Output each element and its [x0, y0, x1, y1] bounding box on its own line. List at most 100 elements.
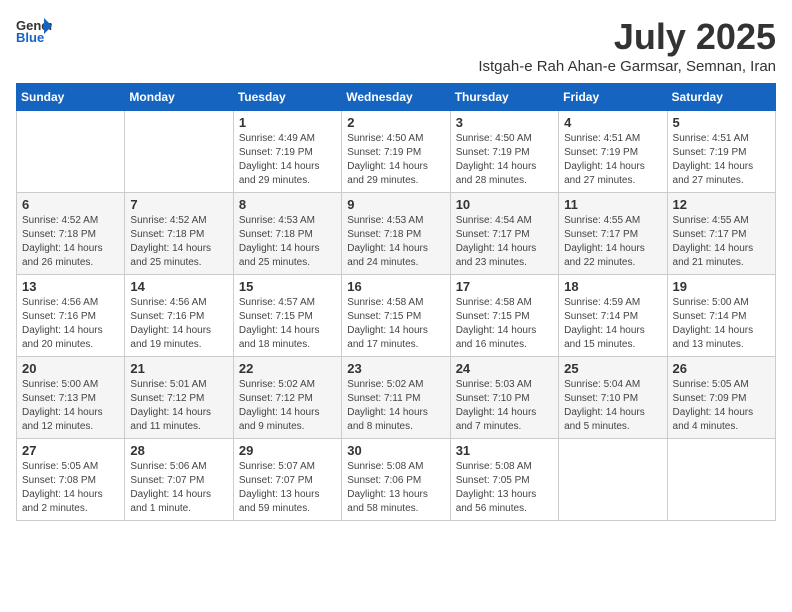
calendar-cell: 24Sunrise: 5:03 AM Sunset: 7:10 PM Dayli… — [450, 357, 558, 439]
day-info: Sunrise: 4:59 AM Sunset: 7:14 PM Dayligh… — [564, 296, 661, 352]
logo: General Blue — [16, 16, 52, 44]
day-number: 18 — [564, 279, 661, 294]
calendar-cell: 11 Sunrise: 4:55 AM Sunset: 7:17 PM Dayli… — [559, 193, 667, 275]
day-info: Sunrise: 5:08 AM Sunset: 7:05 PM Dayligh… — [456, 460, 553, 516]
header-saturday: Saturday — [667, 84, 775, 111]
calendar-cell — [667, 439, 775, 521]
day-number: 20 — [22, 361, 119, 376]
location-title: Istgah-e Rah Ahan-e Garmsar, Semnan, Ira… — [478, 58, 776, 75]
calendar-cell: 22Sunrise: 5:02 AM Sunset: 7:12 PM Dayli… — [233, 357, 341, 439]
day-info: Sunrise: 4:58 AM Sunset: 7:15 PM Dayligh… — [347, 296, 444, 352]
calendar-cell: 17 Sunrise: 4:58 AM Sunset: 7:15 PM Dayli… — [450, 275, 558, 357]
day-info: Sunrise: 5:08 AM Sunset: 7:06 PM Dayligh… — [347, 460, 444, 516]
day-info: Sunrise: 4:49 AM Sunset: 7:19 PM Dayligh… — [239, 132, 336, 188]
header-sunday: Sunday — [17, 84, 125, 111]
day-number: 1 — [239, 115, 336, 130]
calendar-cell: 6Sunrise: 4:52 AM Sunset: 7:18 PM Daylig… — [17, 193, 125, 275]
day-info: Sunrise: 4:53 AM Sunset: 7:18 PM Dayligh… — [239, 214, 336, 270]
calendar-cell: 20 Sunrise: 5:00 AM Sunset: 7:13 PM Dayli… — [17, 357, 125, 439]
day-info: Sunrise: 4:50 AM Sunset: 7:19 PM Dayligh… — [347, 132, 444, 188]
day-info: Sunrise: 4:52 AM Sunset: 7:18 PM Dayligh… — [130, 214, 227, 270]
day-info: Sunrise: 4:50 AM Sunset: 7:19 PM Dayligh… — [456, 132, 553, 188]
calendar-week-3: 13 Sunrise: 4:56 AM Sunset: 7:16 PM Dayli… — [17, 275, 776, 357]
day-number: 19 — [673, 279, 770, 294]
day-info: Sunrise: 4:54 AM Sunset: 7:17 PM Dayligh… — [456, 214, 553, 270]
day-info: Sunrise: 4:57 AM Sunset: 7:15 PM Dayligh… — [239, 296, 336, 352]
day-info: Sunrise: 5:00 AM Sunset: 7:13 PM Dayligh… — [22, 378, 119, 434]
calendar-cell: 15 Sunrise: 4:57 AM Sunset: 7:15 PM Dayli… — [233, 275, 341, 357]
day-info: Sunrise: 4:55 AM Sunset: 7:17 PM Dayligh… — [673, 214, 770, 270]
calendar-cell: 27 Sunrise: 5:05 AM Sunset: 7:08 PM Dayli… — [17, 439, 125, 521]
header-monday: Monday — [125, 84, 233, 111]
calendar-cell: 1 Sunrise: 4:49 AM Sunset: 7:19 PM Daylig… — [233, 111, 341, 193]
day-number: 25 — [564, 361, 661, 376]
day-number: 22 — [239, 361, 336, 376]
calendar-cell — [125, 111, 233, 193]
day-info: Sunrise: 5:05 AM Sunset: 7:09 PM Dayligh… — [673, 378, 770, 434]
calendar-cell: 14 Sunrise: 4:56 AM Sunset: 7:16 PM Dayli… — [125, 275, 233, 357]
day-number: 23 — [347, 361, 444, 376]
header-row: Sunday Monday Tuesday Wednesday Thursday… — [17, 84, 776, 111]
header-wednesday: Wednesday — [342, 84, 450, 111]
calendar-cell: 10 Sunrise: 4:54 AM Sunset: 7:17 PM Dayli… — [450, 193, 558, 275]
day-number: 15 — [239, 279, 336, 294]
calendar-cell: 13Sunrise: 4:56 AM Sunset: 7:16 PM Dayli… — [17, 275, 125, 357]
calendar-cell: 31Sunrise: 5:08 AM Sunset: 7:05 PM Dayli… — [450, 439, 558, 521]
calendar-cell — [559, 439, 667, 521]
day-number: 24 — [456, 361, 553, 376]
calendar-header: Sunday Monday Tuesday Wednesday Thursday… — [17, 84, 776, 111]
calendar-cell: 26Sunrise: 5:05 AM Sunset: 7:09 PM Dayli… — [667, 357, 775, 439]
day-info: Sunrise: 5:04 AM Sunset: 7:10 PM Dayligh… — [564, 378, 661, 434]
day-number: 14 — [130, 279, 227, 294]
day-number: 16 — [347, 279, 444, 294]
day-info: Sunrise: 4:51 AM Sunset: 7:19 PM Dayligh… — [564, 132, 661, 188]
day-info: Sunrise: 4:52 AM Sunset: 7:18 PM Dayligh… — [22, 214, 119, 270]
day-info: Sunrise: 4:58 AM Sunset: 7:15 PM Dayligh… — [456, 296, 553, 352]
calendar-cell: 9Sunrise: 4:53 AM Sunset: 7:18 PM Daylig… — [342, 193, 450, 275]
header-thursday: Thursday — [450, 84, 558, 111]
day-info: Sunrise: 4:51 AM Sunset: 7:19 PM Dayligh… — [673, 132, 770, 188]
day-number: 3 — [456, 115, 553, 130]
day-number: 2 — [347, 115, 444, 130]
day-number: 29 — [239, 443, 336, 458]
day-number: 11 — [564, 197, 661, 212]
month-title: July 2025 — [478, 16, 776, 58]
calendar-cell: 3 Sunrise: 4:50 AM Sunset: 7:19 PM Daylig… — [450, 111, 558, 193]
calendar-cell: 28 Sunrise: 5:06 AM Sunset: 7:07 PM Dayli… — [125, 439, 233, 521]
day-number: 4 — [564, 115, 661, 130]
day-info: Sunrise: 5:07 AM Sunset: 7:07 PM Dayligh… — [239, 460, 336, 516]
day-number: 17 — [456, 279, 553, 294]
calendar-cell: 29 Sunrise: 5:07 AM Sunset: 7:07 PM Dayli… — [233, 439, 341, 521]
calendar-cell: 8 Sunrise: 4:53 AM Sunset: 7:18 PM Daylig… — [233, 193, 341, 275]
day-number: 10 — [456, 197, 553, 212]
calendar-cell: 2 Sunrise: 4:50 AM Sunset: 7:19 PM Daylig… — [342, 111, 450, 193]
calendar-body: 1 Sunrise: 4:49 AM Sunset: 7:19 PM Daylig… — [17, 111, 776, 521]
day-number: 7 — [130, 197, 227, 212]
day-info: Sunrise: 4:55 AM Sunset: 7:17 PM Dayligh… — [564, 214, 661, 270]
calendar-cell: 7 Sunrise: 4:52 AM Sunset: 7:18 PM Daylig… — [125, 193, 233, 275]
day-info: Sunrise: 5:06 AM Sunset: 7:07 PM Dayligh… — [130, 460, 227, 516]
calendar-cell: 19Sunrise: 5:00 AM Sunset: 7:14 PM Dayli… — [667, 275, 775, 357]
logo-icon: General Blue — [16, 16, 52, 44]
day-info: Sunrise: 5:01 AM Sunset: 7:12 PM Dayligh… — [130, 378, 227, 434]
day-number: 13 — [22, 279, 119, 294]
day-number: 27 — [22, 443, 119, 458]
calendar-cell — [17, 111, 125, 193]
calendar-week-1: 1 Sunrise: 4:49 AM Sunset: 7:19 PM Daylig… — [17, 111, 776, 193]
day-number: 12 — [673, 197, 770, 212]
svg-text:Blue: Blue — [16, 30, 44, 44]
header-friday: Friday — [559, 84, 667, 111]
calendar-week-2: 6Sunrise: 4:52 AM Sunset: 7:18 PM Daylig… — [17, 193, 776, 275]
calendar-cell: 21Sunrise: 5:01 AM Sunset: 7:12 PM Dayli… — [125, 357, 233, 439]
calendar-cell: 12 Sunrise: 4:55 AM Sunset: 7:17 PM Dayli… — [667, 193, 775, 275]
page-header: General Blue July 2025 Istgah-e Rah Ahan… — [16, 16, 776, 75]
day-info: Sunrise: 4:53 AM Sunset: 7:18 PM Dayligh… — [347, 214, 444, 270]
calendar-week-4: 20 Sunrise: 5:00 AM Sunset: 7:13 PM Dayli… — [17, 357, 776, 439]
day-info: Sunrise: 5:05 AM Sunset: 7:08 PM Dayligh… — [22, 460, 119, 516]
day-number: 8 — [239, 197, 336, 212]
calendar-cell: 23Sunrise: 5:02 AM Sunset: 7:11 PM Dayli… — [342, 357, 450, 439]
day-number: 28 — [130, 443, 227, 458]
day-number: 5 — [673, 115, 770, 130]
title-area: July 2025 Istgah-e Rah Ahan-e Garmsar, S… — [478, 16, 776, 75]
day-info: Sunrise: 4:56 AM Sunset: 7:16 PM Dayligh… — [130, 296, 227, 352]
